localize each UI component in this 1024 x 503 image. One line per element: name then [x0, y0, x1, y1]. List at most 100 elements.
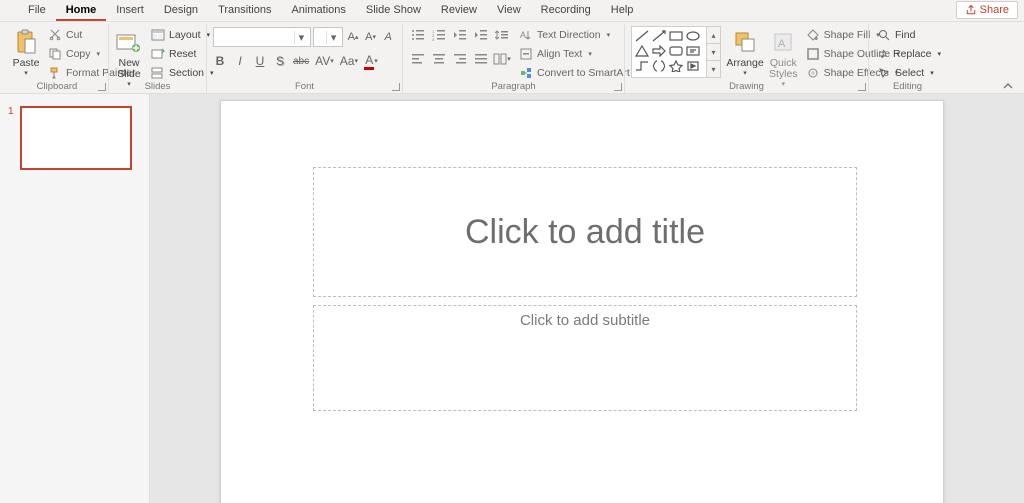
group-title: Paragraph [403, 81, 624, 92]
char-spacing-button[interactable]: AV▾ [315, 52, 334, 70]
columns-button[interactable]: ▾ [493, 50, 511, 68]
shape-brace[interactable] [651, 59, 667, 73]
thumbnail-preview [20, 106, 132, 170]
replace-button[interactable]: Replace▾ [875, 45, 940, 62]
align-text-icon [519, 47, 533, 61]
align-text-button[interactable]: Align Text▾ [517, 45, 641, 62]
select-button[interactable]: Select▾ [875, 64, 940, 81]
shape-fill-label: Shape Fill [824, 29, 871, 41]
underline-button[interactable]: U [253, 52, 267, 70]
find-icon [877, 28, 891, 42]
tab-file[interactable]: File [18, 0, 56, 21]
gallery-more-button[interactable]: ▾ [707, 60, 720, 77]
shape-rounded-rect[interactable] [668, 44, 684, 58]
dialog-launcher-paragraph[interactable] [614, 83, 622, 91]
chevron-down-icon: ▾ [743, 69, 747, 77]
change-case-button[interactable]: Aa▾ [340, 52, 358, 70]
shape-arrow-line[interactable] [651, 29, 667, 43]
replace-label: Replace [893, 48, 932, 60]
tab-slide-show[interactable]: Slide Show [356, 0, 431, 21]
layout-icon [151, 28, 165, 42]
group-editing: Find Replace▾ Select▾ Editing [868, 24, 946, 93]
shape-textbox[interactable] [685, 44, 701, 58]
shape-outline-icon [806, 47, 820, 61]
title-placeholder[interactable]: Click to add title [313, 167, 857, 297]
numbering-button[interactable]: 123 [430, 26, 448, 44]
justify-button[interactable] [472, 50, 490, 68]
shape-connector[interactable] [634, 59, 650, 73]
arrange-button[interactable]: Arrange ▾ [727, 26, 763, 88]
tab-view[interactable]: View [487, 0, 531, 21]
tab-insert[interactable]: Insert [106, 0, 154, 21]
paste-button[interactable]: Paste ▾ [12, 26, 40, 81]
reset-icon [151, 47, 165, 61]
arrange-icon [731, 28, 759, 56]
increase-indent-button[interactable] [472, 26, 490, 44]
chevron-down-icon[interactable]: ▾ [294, 31, 308, 44]
convert-smartart-button[interactable]: Convert to SmartArt▾ [517, 64, 641, 81]
shape-rect[interactable] [668, 29, 684, 43]
layout-label: Layout [169, 29, 201, 41]
chevron-down-icon: ▾ [24, 69, 28, 77]
text-direction-icon: A [519, 28, 533, 42]
tab-home[interactable]: Home [56, 0, 107, 21]
font-color-button[interactable]: A▾ [364, 52, 378, 70]
italic-button[interactable]: I [233, 52, 247, 70]
shape-triangle[interactable] [634, 44, 650, 58]
convert-smartart-label: Convert to SmartArt [537, 67, 630, 79]
gallery-up-button[interactable]: ▴ [707, 27, 720, 43]
bullets-button[interactable] [409, 26, 427, 44]
align-right-button[interactable] [451, 50, 469, 68]
tab-recording[interactable]: Recording [531, 0, 601, 21]
slide-canvas[interactable]: Click to add title Click to add subtitle [220, 100, 944, 503]
subtitle-placeholder[interactable]: Click to add subtitle [313, 305, 857, 411]
find-button[interactable]: Find [875, 26, 940, 43]
line-spacing-button[interactable] [493, 26, 511, 44]
text-direction-label: Text Direction [537, 29, 601, 41]
tab-help[interactable]: Help [601, 0, 644, 21]
slide-thumbnail-1[interactable]: 1 [8, 106, 141, 170]
align-center-button[interactable] [430, 50, 448, 68]
bold-button[interactable]: B [213, 52, 227, 70]
shape-action[interactable] [685, 59, 701, 73]
text-direction-button[interactable]: A Text Direction▾ [517, 26, 641, 43]
shapes-gallery[interactable] [631, 26, 707, 78]
clear-formatting-button[interactable]: A [380, 28, 396, 46]
svg-text:A: A [778, 38, 786, 50]
shape-line[interactable] [634, 29, 650, 43]
tab-animations[interactable]: Animations [281, 0, 355, 21]
group-drawing: ▴ ▾ ▾ Arrange ▾ A Quick Styles ▾ Shape F… [624, 24, 868, 93]
reset-label: Reset [169, 48, 196, 60]
replace-icon [877, 47, 889, 61]
group-title: Font [207, 81, 402, 92]
dialog-launcher-font[interactable] [392, 83, 400, 91]
tab-transitions[interactable]: Transitions [208, 0, 281, 21]
shape-right-arrow[interactable] [651, 44, 667, 58]
group-title: Editing [869, 81, 946, 92]
new-slide-button[interactable]: New Slide ▾ [115, 26, 143, 88]
copy-icon [48, 47, 62, 61]
chevron-down-icon[interactable]: ▾ [326, 31, 340, 44]
tab-design[interactable]: Design [154, 0, 208, 21]
strikethrough-button[interactable]: abc [293, 52, 309, 70]
align-left-button[interactable] [409, 50, 427, 68]
workspace: 1 Click to add title Click to add subtit… [0, 94, 1024, 503]
quick-styles-button[interactable]: A Quick Styles ▾ [769, 26, 798, 88]
text-shadow-button[interactable]: S [273, 52, 287, 70]
shrink-font-button[interactable]: A▾ [363, 28, 379, 46]
grow-font-button[interactable]: A▴ [345, 28, 361, 46]
collapse-ribbon-button[interactable] [998, 79, 1018, 93]
font-size-combo[interactable]: ▾ [313, 27, 343, 47]
shape-oval[interactable] [685, 29, 701, 43]
group-title: Slides [109, 81, 206, 92]
tab-review[interactable]: Review [431, 0, 487, 21]
shapes-gallery-scroll: ▴ ▾ ▾ [707, 26, 721, 78]
section-icon [151, 66, 165, 80]
dialog-launcher-clipboard[interactable] [98, 83, 106, 91]
gallery-down-button[interactable]: ▾ [707, 43, 720, 60]
dialog-launcher-drawing[interactable] [858, 83, 866, 91]
share-button[interactable]: Share [956, 1, 1018, 19]
shape-star[interactable] [668, 59, 684, 73]
decrease-indent-button[interactable] [451, 26, 469, 44]
font-name-combo[interactable]: ▾ [213, 27, 311, 47]
